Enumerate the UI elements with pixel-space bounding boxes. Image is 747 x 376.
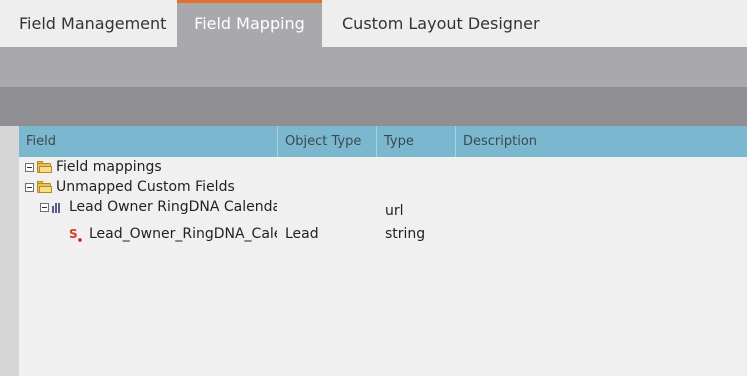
tree-row-label: Field mappings [56, 159, 162, 175]
folder-icon [37, 180, 52, 193]
row-type: string [385, 226, 426, 242]
row-type: url [385, 203, 404, 219]
grid-header: Field Object Type Type Description [19, 126, 747, 157]
collapse-toggle-icon[interactable] [40, 202, 49, 212]
tab-bar: Field Management Field Mapping Custom La… [0, 0, 747, 47]
collapse-toggle-icon[interactable] [25, 162, 34, 172]
column-header-type[interactable]: Type [377, 126, 456, 157]
column-header-description[interactable]: Description [456, 126, 747, 157]
left-panel-strip [0, 126, 19, 376]
field-mapping-grid: Field Object Type Type Description Field… [19, 126, 747, 376]
column-header-field[interactable]: Field [19, 126, 278, 157]
tree-row-label: Lead Owner RingDNA Calendar [69, 199, 277, 215]
column-header-object-type[interactable]: Object Type [278, 126, 377, 157]
tree-row-label: Unmapped Custom Fields [56, 179, 235, 195]
tree-row-salesforce-field[interactable]: S Lead_Owner_RingDNA_Calendar Lead strin… [19, 224, 747, 244]
tree-row-field-mappings[interactable]: Field mappings [19, 157, 747, 177]
sub-toolbar [0, 87, 747, 126]
row-object-type: Lead [285, 226, 319, 242]
tree-row-unmapped-custom-fields[interactable]: Unmapped Custom Fields [19, 177, 747, 197]
toolbar [0, 47, 747, 87]
folder-icon [37, 160, 52, 173]
tree-row-lead-owner-ringdna-calendar[interactable]: Lead Owner RingDNA Calendar url [19, 197, 747, 219]
salesforce-field-icon: S [69, 228, 83, 243]
tab-field-management[interactable]: Field Management [0, 0, 177, 47]
tab-custom-layout-designer[interactable]: Custom Layout Designer [322, 0, 540, 47]
tree-row-label: Lead_Owner_RingDNA_Calendar [89, 226, 277, 242]
field-bars-icon [52, 202, 63, 213]
tab-field-mapping[interactable]: Field Mapping [177, 0, 322, 47]
collapse-toggle-icon[interactable] [25, 182, 34, 192]
